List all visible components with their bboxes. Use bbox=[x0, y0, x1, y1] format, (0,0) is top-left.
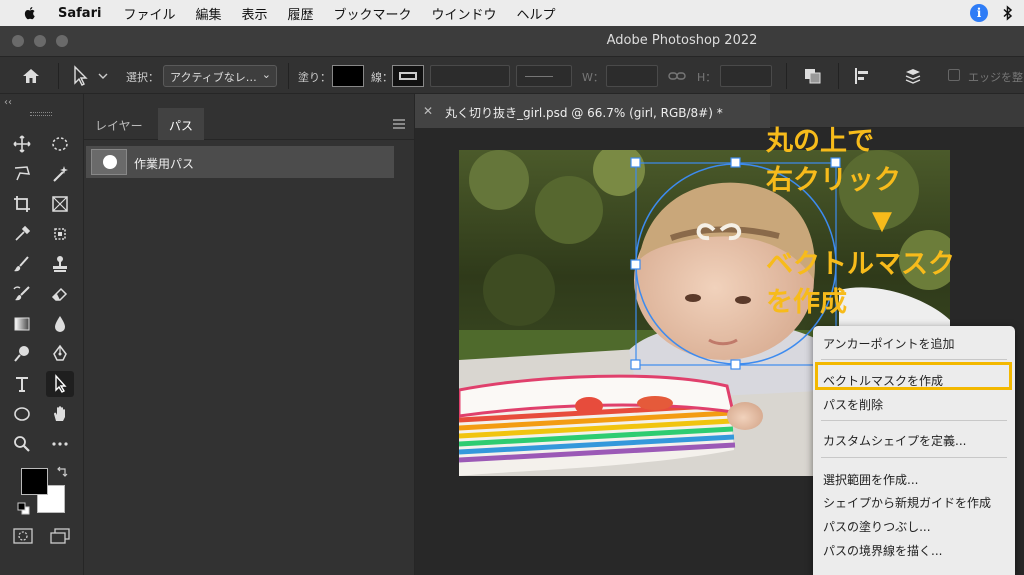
menu-item-make-selection[interactable]: 選択範囲を作成... bbox=[823, 471, 918, 488]
context-menu: アンカーポイントを追加 ベクトルマスクを作成 パスを削除 カスタムシェイプを定義… bbox=[813, 326, 1015, 575]
highlight-box bbox=[815, 362, 1012, 390]
menu-separator bbox=[821, 359, 1007, 360]
menu-item-define-custom-shape[interactable]: カスタムシェイプを定義... bbox=[823, 432, 966, 449]
menu-item-delete-path[interactable]: パスを削除 bbox=[823, 396, 883, 413]
annotation-line-4: を作成 bbox=[766, 287, 847, 318]
annotation-line-2: 右クリック bbox=[766, 165, 901, 196]
menu-separator bbox=[821, 420, 1007, 421]
menu-item-new-guides-from-shape[interactable]: シェイプから新規ガイドを作成 bbox=[823, 494, 991, 511]
menu-item-add-anchor-point[interactable]: アンカーポイントを追加 bbox=[823, 335, 955, 352]
menu-item-stroke-path[interactable]: パスの境界線を描く... bbox=[823, 542, 942, 559]
annotation-line-1: 丸の上で bbox=[766, 126, 874, 157]
annotation-line-3: ベクトルマスク bbox=[766, 249, 955, 280]
annotation-arrow: ▼ bbox=[872, 206, 892, 236]
menu-separator bbox=[821, 457, 1007, 458]
menu-item-fill-path[interactable]: パスの塗りつぶし... bbox=[823, 518, 931, 535]
